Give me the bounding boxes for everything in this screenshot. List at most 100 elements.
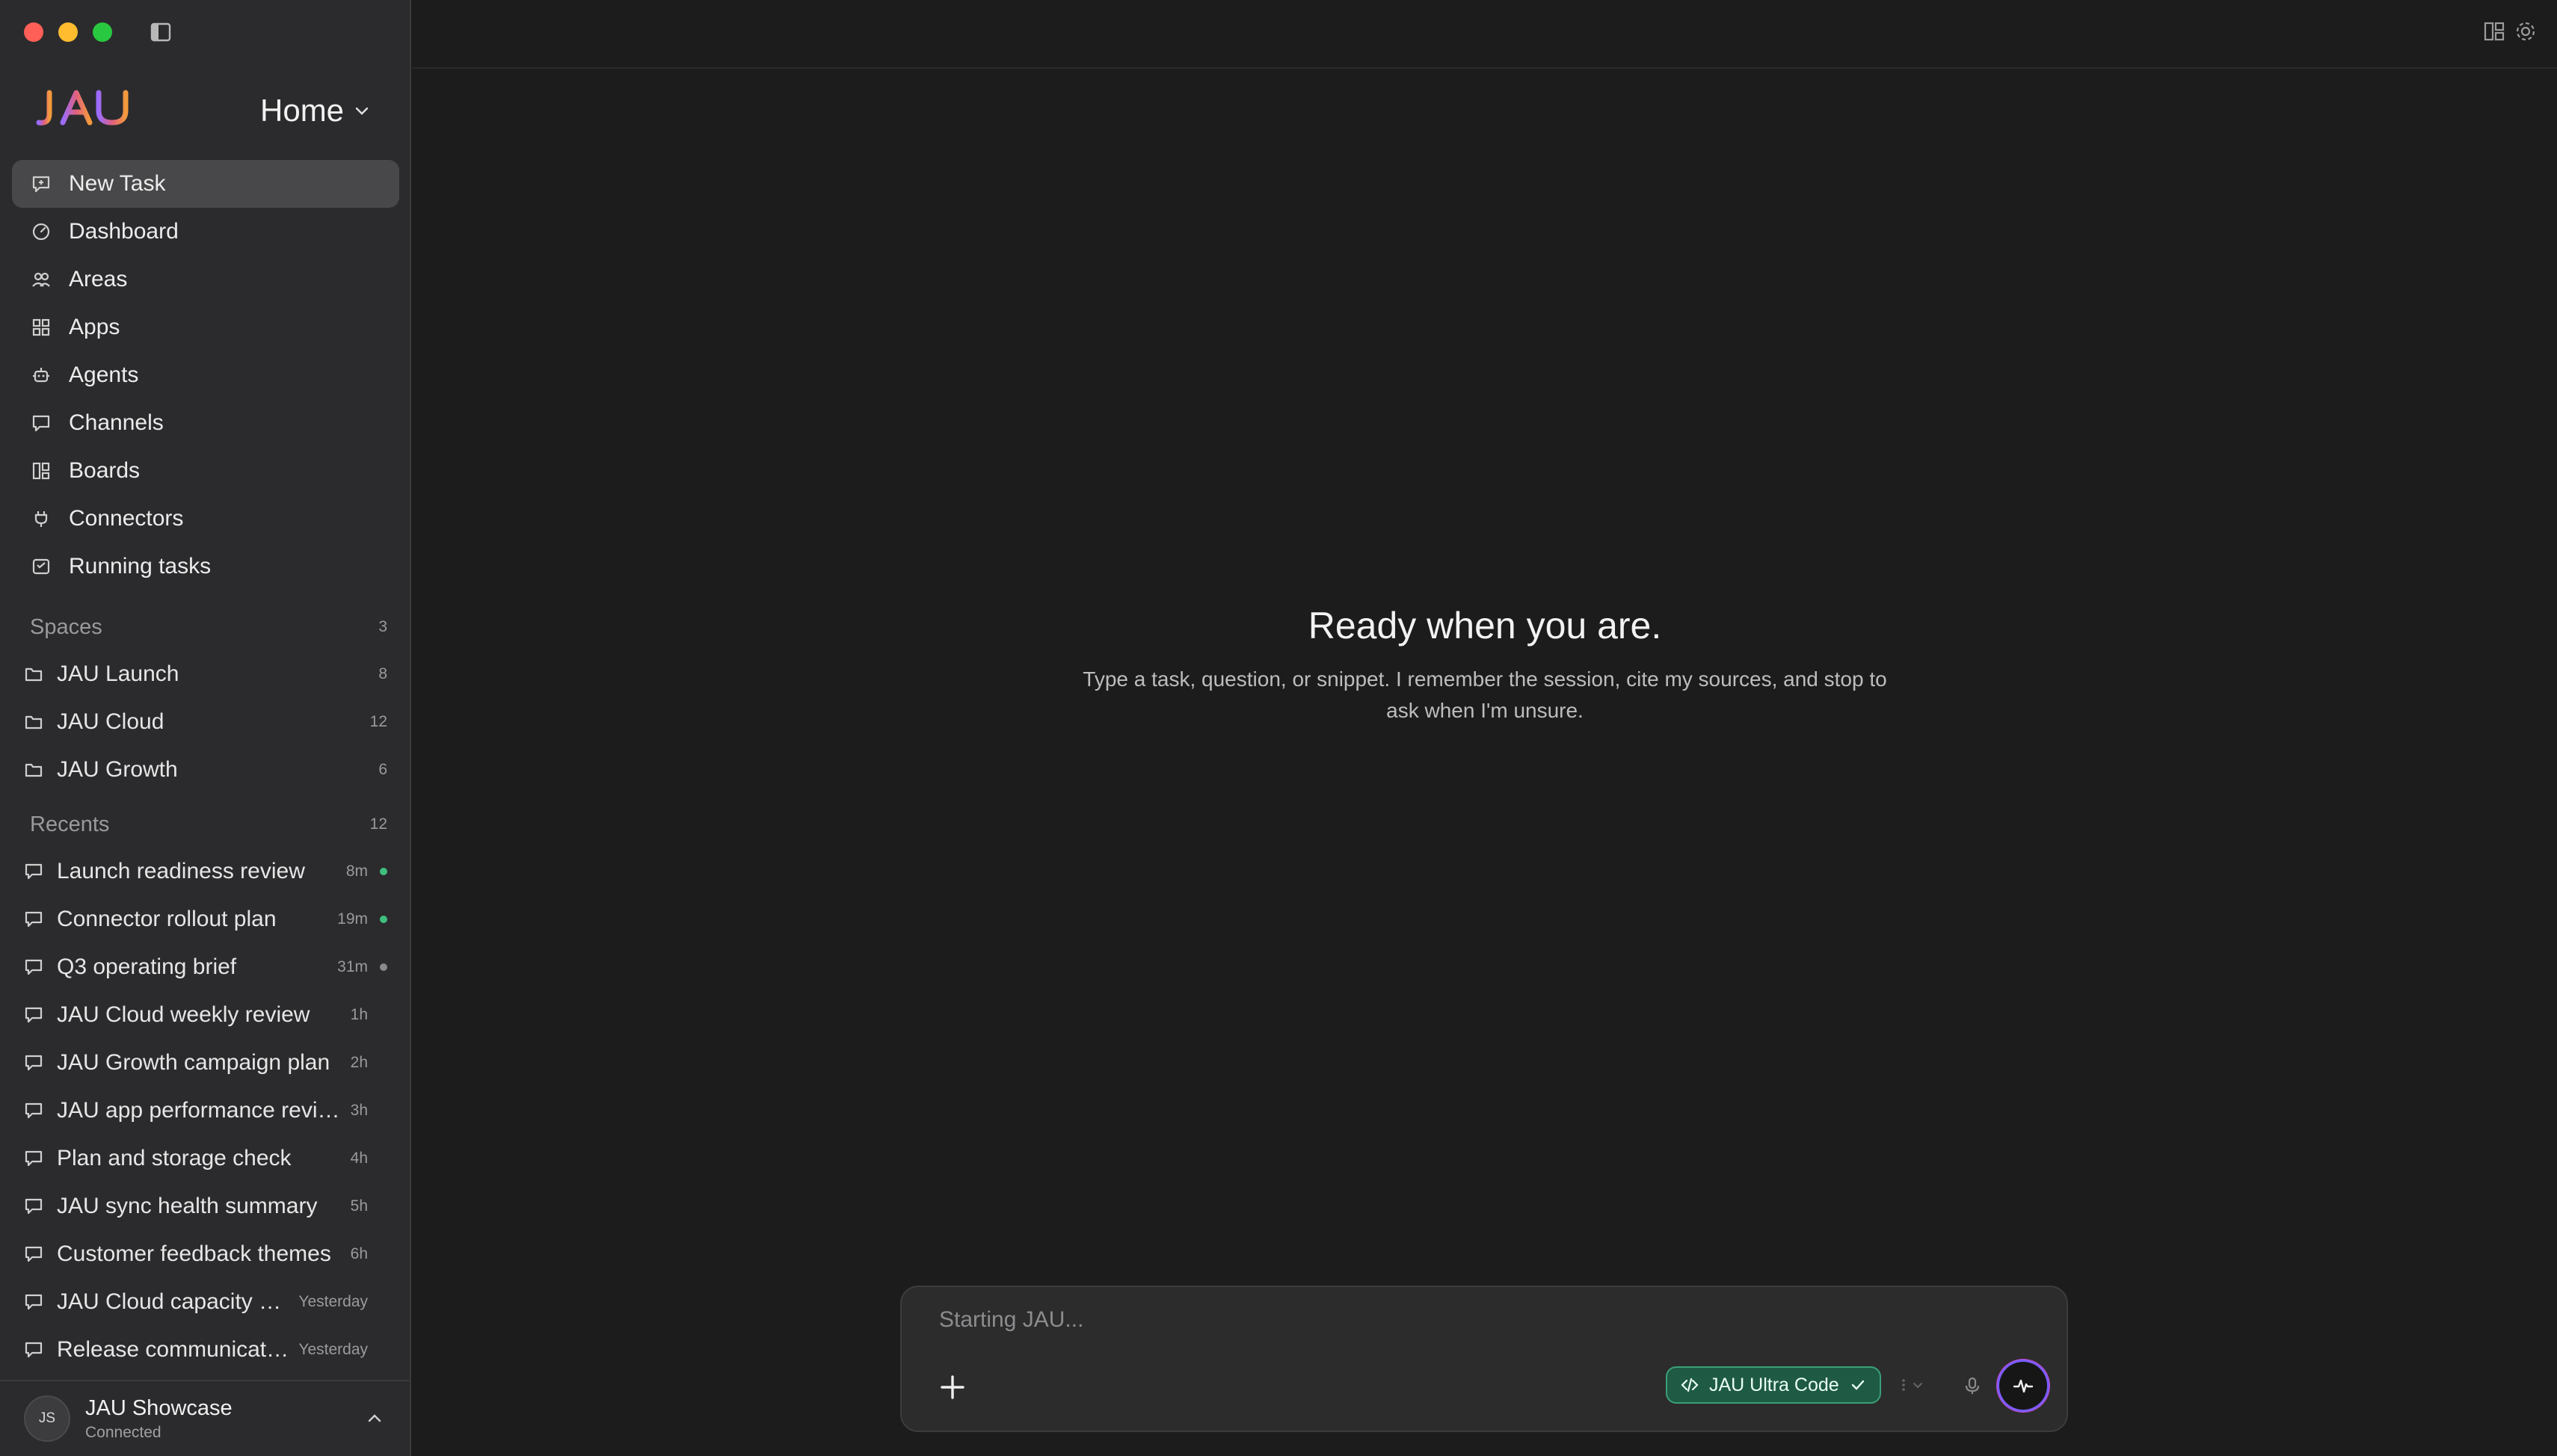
space-count: 12 <box>369 713 387 730</box>
nav-label: Channels <box>69 410 164 435</box>
recent-item[interactable]: JAU Cloud weekly review 1h <box>16 991 393 1039</box>
spaces-count: 3 <box>378 618 387 635</box>
recent-label: Connector rollout plan <box>57 907 277 931</box>
recent-time: 1h <box>350 1006 368 1023</box>
recent-item[interactable]: Release communicatio... Yesterday <box>16 1326 393 1374</box>
recent-time: 3h <box>350 1102 368 1119</box>
status-dot <box>380 1203 387 1210</box>
prompt-input[interactable] <box>938 1307 1987 1333</box>
chat-plus-icon <box>28 171 54 197</box>
nav-apps[interactable]: Apps <box>12 303 399 351</box>
recent-item[interactable]: JAU sync health summary 5h <box>16 1182 393 1230</box>
layout-panel-icon[interactable] <box>2482 19 2506 43</box>
nav-label: Connectors <box>69 506 184 531</box>
recent-label: Launch readiness review <box>57 859 305 883</box>
status-dot <box>380 1155 387 1162</box>
recent-time: 4h <box>350 1150 368 1167</box>
nav-channels[interactable]: Channels <box>12 399 399 447</box>
recents-header[interactable]: Recents 12 <box>30 809 387 840</box>
check-icon <box>1851 1380 1864 1390</box>
spaces-list: JAU Launch 8 JAU Cloud 12 JAU Growth 6 <box>16 650 393 794</box>
recent-time: 6h <box>350 1245 368 1262</box>
recent-item[interactable]: JAU Growth campaign plan 2h <box>16 1039 393 1087</box>
recent-label: Plan and storage check <box>57 1146 292 1170</box>
space-item[interactable]: JAU Cloud 12 <box>16 698 393 746</box>
space-icon <box>22 759 45 781</box>
space-item[interactable]: JAU Launch 8 <box>16 650 393 698</box>
people-icon <box>28 267 54 292</box>
account-name: JAU Showcase <box>85 1395 233 1420</box>
recent-time: 31m <box>337 958 368 975</box>
recent-label: JAU app performance review <box>57 1098 343 1123</box>
recent-time: Yesterday <box>298 1341 368 1358</box>
nav-connectors[interactable]: Connectors <box>12 495 399 543</box>
nav-boards[interactable]: Boards <box>12 447 399 495</box>
recent-label: JAU Cloud weekly review <box>57 1002 310 1027</box>
status-dot <box>380 1059 387 1067</box>
nav-label: Areas <box>69 267 128 291</box>
recent-item[interactable]: JAU app performance review 3h <box>16 1087 393 1135</box>
status-dot <box>380 1250 387 1258</box>
chat-icon <box>22 908 45 931</box>
minimize-window-button[interactable] <box>58 22 78 42</box>
recent-item[interactable]: JAU Cloud capacity plan Yesterday <box>16 1278 393 1326</box>
nav-areas[interactable]: Areas <box>12 256 399 303</box>
space-count: 6 <box>378 761 387 778</box>
maximize-window-button[interactable] <box>93 22 112 42</box>
workspace-label: Home <box>260 93 345 128</box>
microphone-button[interactable] <box>1957 1371 1987 1401</box>
recent-label: Customer feedback themes <box>57 1241 331 1266</box>
nav-label: Agents <box>69 363 139 387</box>
space-icon <box>22 711 45 733</box>
gauge-icon <box>28 219 54 244</box>
nav-running-tasks[interactable]: Running tasks <box>12 543 399 590</box>
nav-agents[interactable]: Agents <box>12 351 399 399</box>
spaces-title: Spaces <box>30 614 102 639</box>
account-bar[interactable]: JS JAU Showcase Connected <box>0 1380 410 1456</box>
sidebar-toggle-icon[interactable] <box>150 21 172 43</box>
workspace-switcher[interactable]: Home <box>260 88 371 133</box>
chevron-up-icon[interactable] <box>365 1409 384 1428</box>
gear-icon[interactable] <box>2514 19 2538 43</box>
nav-dashboard[interactable]: Dashboard <box>12 208 399 256</box>
apps-icon <box>28 315 54 340</box>
chat-icon <box>22 1291 45 1313</box>
recent-item[interactable]: Customer feedback themes 6h <box>16 1230 393 1278</box>
model-selector[interactable]: JAU Ultra Code <box>1666 1366 1881 1404</box>
recent-time: 2h <box>350 1054 368 1071</box>
chat-icon <box>22 1052 45 1074</box>
space-label: JAU Growth <box>57 757 178 782</box>
model-label: JAU Ultra Code <box>1709 1374 1839 1395</box>
recent-item[interactable]: Launch readiness review 8m <box>16 848 393 895</box>
recent-item[interactable]: Q3 operating brief 31m <box>16 943 393 991</box>
composer: JAU Ultra Code <box>900 1286 2068 1432</box>
chat-icon <box>22 1099 45 1122</box>
avatar: JS <box>24 1395 70 1442</box>
voice-mode-button[interactable] <box>1999 1362 2047 1410</box>
status-dot <box>380 868 387 875</box>
chevron-down-icon <box>355 107 369 115</box>
recent-label: Q3 operating brief <box>57 954 237 979</box>
chat-icon <box>22 860 45 883</box>
nav-new-task[interactable]: New Task <box>12 160 399 208</box>
more-options-icon <box>1902 1379 1922 1391</box>
status-dot <box>380 963 387 971</box>
space-label: JAU Launch <box>57 661 179 686</box>
space-item[interactable]: JAU Growth 6 <box>16 746 393 794</box>
spaces-header[interactable]: Spaces 3 <box>30 611 387 643</box>
recent-label: JAU sync health summary <box>57 1194 318 1218</box>
chat-icon <box>22 1339 45 1361</box>
chat-icon <box>22 1195 45 1218</box>
page-title: Ready when you are. <box>1308 605 1662 647</box>
recent-label: JAU Growth campaign plan <box>57 1050 330 1075</box>
status-dot <box>380 1107 387 1114</box>
recent-time: 19m <box>337 910 368 928</box>
nav-label: Boards <box>69 458 141 483</box>
recent-time: 5h <box>350 1197 368 1215</box>
more-options-button[interactable] <box>1896 1374 1933 1396</box>
jau-logo <box>36 90 129 126</box>
close-window-button[interactable] <box>24 22 43 42</box>
recent-item[interactable]: Plan and storage check 4h <box>16 1135 393 1182</box>
recent-item[interactable]: Connector rollout plan 19m <box>16 895 393 943</box>
add-attachment-button[interactable] <box>935 1369 970 1405</box>
